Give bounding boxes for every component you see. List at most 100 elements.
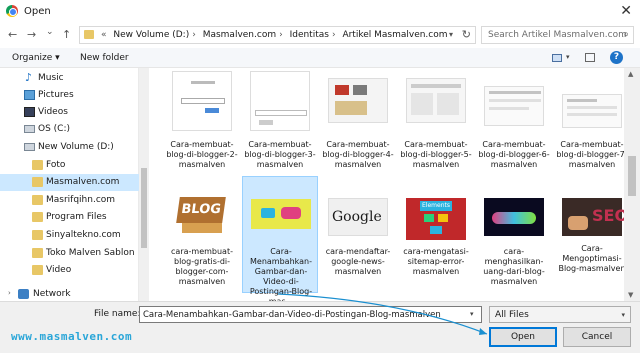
preview-pane-icon[interactable] (585, 53, 595, 62)
address-dropdown-icon[interactable]: ▾ (449, 30, 453, 39)
file-name-dropdown-icon[interactable]: ▾ (470, 310, 474, 318)
file-name: cara-mengatasi-sitemap-error-masmalven (403, 247, 469, 276)
file-thumbnail: BLOG (172, 181, 232, 241)
file-item-selected[interactable]: Cara-Menambahkan-Gambar-dan-Video-di-Pos… (242, 176, 318, 306)
breadcrumb-item[interactable]: Identitas (290, 30, 329, 40)
file-name: Cara-Menambahkan-Gambar-dan-Video-di-Pos… (249, 247, 313, 306)
scroll-down-icon[interactable]: ▼ (628, 291, 633, 299)
up-arrow-icon[interactable]: ↑ (62, 28, 71, 41)
file-item[interactable]: Cara-membuat-blog-di-blogger-7-masmalven (554, 68, 630, 176)
network-icon (18, 289, 29, 299)
open-button[interactable]: Open (489, 327, 557, 347)
new-folder-button[interactable]: New folder (80, 53, 129, 63)
sidebar-scrollbar[interactable] (139, 68, 149, 301)
music-icon: ♪ (25, 71, 33, 84)
file-item[interactable]: cara-menghasilkan-uang-dari-blog-masmalv… (476, 176, 552, 292)
sidebar-item-label: Masmalven.com (46, 177, 120, 187)
file-thumbnail (172, 71, 232, 131)
file-type-select[interactable]: All Files ▾ (489, 306, 631, 323)
breadcrumb-item[interactable]: Artikel Masmalven.com (342, 30, 447, 40)
overflow-chevron-icon[interactable]: « (101, 30, 107, 40)
file-list: Cara-membuat-blog-di-blogger-2-masmalven… (150, 68, 628, 306)
search-placeholder: Search Artikel Masmalven.com (488, 30, 627, 40)
file-thumbnail: Google (328, 198, 388, 236)
close-button[interactable]: ✕ (620, 3, 632, 19)
file-name-input[interactable]: Cara-Menambahkan-Gambar-dan-Video-di-Pos… (139, 306, 482, 323)
view-dropdown-icon[interactable]: ▾ (566, 53, 570, 61)
search-icon[interactable]: ⌕ (623, 29, 629, 40)
title-bar: Open ✕ (0, 0, 640, 24)
file-item[interactable]: Cara-membuat-blog-di-blogger-2-masmalven (164, 68, 240, 176)
folder-icon (32, 230, 43, 240)
content-scrollbar[interactable]: ▲ ▼ (624, 68, 640, 301)
file-name: Cara-membuat-blog-di-blogger-2-masmalven (166, 140, 238, 169)
file-thumbnail: SEO (562, 198, 628, 236)
file-name: cara-menghasilkan-uang-dari-blog-masmalv… (483, 247, 545, 286)
drive-icon (24, 143, 35, 151)
search-input[interactable]: Search Artikel Masmalven.com ⌕ (481, 26, 634, 44)
sidebar-item-music[interactable]: ♪ Music (0, 70, 139, 87)
back-arrow-icon[interactable]: ← (8, 28, 17, 41)
watermark: www.masmalven.com (11, 330, 133, 343)
file-item[interactable]: Google cara-mendaftar-google-news-masmal… (320, 176, 396, 292)
command-bar: Organize ▾ New folder ▾ ? (0, 48, 640, 68)
pictures-icon (24, 90, 35, 100)
file-name: Cara-membuat-blog-di-blogger-7-masmalven (556, 140, 628, 169)
help-icon[interactable]: ? (610, 51, 623, 64)
file-name: Cara-membuat-blog-di-blogger-5-masmalven (400, 140, 472, 169)
file-name: cara-membuat-blog-gratis-di-blogger-com-… (171, 247, 233, 286)
breadcrumb-item[interactable]: Masmalven.com (203, 30, 276, 40)
file-thumbnail (484, 198, 544, 236)
recent-locations-icon[interactable]: ⌄ (46, 27, 54, 37)
navigation-pane: ♪ Music Pictures Videos OS (C:) New Volu… (0, 68, 139, 301)
file-type-value: All Files (495, 310, 529, 320)
file-name: Cara-membuat-blog-di-blogger-3-masmalven (244, 140, 316, 169)
scrollbar-thumb[interactable] (628, 156, 636, 196)
sidebar-item-label: Video (46, 265, 72, 275)
address-bar[interactable]: « New Volume (D:) › Masmalven.com › Identi… (79, 26, 476, 44)
file-thumbnail (406, 78, 466, 123)
refresh-icon[interactable]: ↻ (462, 28, 471, 41)
view-icon[interactable] (552, 54, 562, 62)
sidebar-item-label: Program Files (46, 212, 107, 222)
sidebar-item-video[interactable]: Video (0, 262, 139, 279)
expand-chevron-icon[interactable]: › (8, 289, 11, 297)
organize-button[interactable]: Organize ▾ (12, 53, 60, 63)
sidebar-item-toko-malven-sablon[interactable]: Toko Malven Sablon (0, 245, 139, 262)
sidebar-item-label: Toko Malven Sablon (46, 248, 135, 258)
sidebar-item-os-c[interactable]: OS (C:) (0, 121, 139, 138)
file-name-label: File name: (94, 309, 141, 319)
file-item[interactable]: Cara-membuat-blog-di-blogger-4-masmalven (320, 68, 396, 176)
file-item[interactable]: Cara-membuat-blog-di-blogger-6-masmalven (476, 68, 552, 176)
file-item[interactable]: Cara-membuat-blog-di-blogger-5-masmalven (398, 68, 474, 176)
folder-icon (32, 265, 43, 275)
sidebar-item-videos[interactable]: Videos (0, 104, 139, 121)
file-thumbnail: Elements (406, 198, 466, 240)
sidebar-item-sinyaltekno-com[interactable]: Sinyaltekno.com (0, 227, 139, 244)
sidebar-item-label: Music (38, 73, 64, 83)
sidebar-item-new-volume-d[interactable]: New Volume (D:) (0, 139, 139, 156)
file-thumbnail (250, 71, 310, 131)
scroll-up-icon[interactable]: ▲ (628, 70, 633, 78)
cancel-button[interactable]: Cancel (563, 327, 631, 347)
sidebar-item-foto[interactable]: Foto (0, 157, 139, 174)
folder-icon (84, 30, 94, 39)
sidebar-item-masmalven-com[interactable]: Masmalven.com (0, 174, 139, 191)
sidebar-item-label: Masrifqihn.com (46, 195, 116, 205)
folder-icon (32, 248, 43, 258)
file-item[interactable]: Elements cara-mengatasi-sitemap-error-ma… (398, 176, 474, 292)
file-item[interactable]: SEO Cara-Mengoptimasi-Blog-masmalven (554, 176, 630, 292)
sidebar-item-label: Videos (38, 107, 68, 117)
file-thumbnail (484, 86, 544, 126)
file-item[interactable]: Cara-membuat-blog-di-blogger-3-masmalven (242, 68, 318, 176)
sidebar-item-program-files[interactable]: Program Files (0, 209, 139, 226)
file-thumbnail (328, 78, 388, 123)
sidebar-item-pictures[interactable]: Pictures (0, 87, 139, 104)
file-item[interactable]: BLOG cara-membuat-blog-gratis-di-blogger… (164, 176, 240, 292)
breadcrumb-item[interactable]: New Volume (D:) (113, 30, 189, 40)
folder-icon (32, 195, 43, 205)
scrollbar-thumb[interactable] (141, 168, 147, 248)
sidebar-item-masrifqihn-com[interactable]: Masrifqihn.com (0, 192, 139, 209)
sidebar-item-label: Foto (46, 160, 66, 170)
forward-arrow-icon[interactable]: → (27, 28, 36, 41)
